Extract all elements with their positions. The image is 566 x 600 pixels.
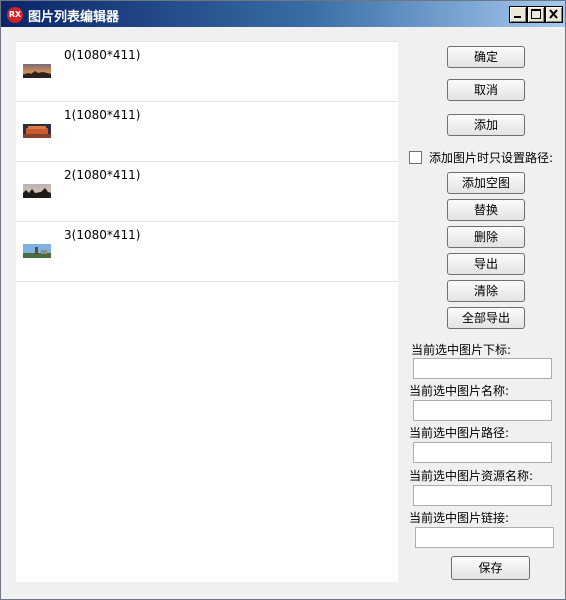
list-item[interactable]: 1(1080*411) <box>16 102 398 162</box>
save-button[interactable]: 保存 <box>451 556 530 580</box>
name-field[interactable] <box>413 400 552 421</box>
list-item-label: 2(1080*411) <box>64 168 141 182</box>
path-label: 当前选中图片路径: <box>409 426 510 440</box>
close-button[interactable] <box>545 6 563 23</box>
cancel-button[interactable]: 取消 <box>447 79 525 101</box>
name-label: 当前选中图片名称: <box>409 384 510 398</box>
confirm-button[interactable]: 确定 <box>447 46 525 68</box>
path-only-label: 添加图片时只设置路径: <box>429 151 554 165</box>
list-item[interactable]: 0(1080*411) <box>16 42 398 102</box>
export-all-button[interactable]: 全部导出 <box>447 307 525 329</box>
list-item-label: 0(1080*411) <box>64 48 141 62</box>
pagoda-skyline-thumbnail <box>23 244 51 258</box>
add-empty-button[interactable]: 添加空图 <box>447 172 525 194</box>
list-item-label: 1(1080*411) <box>64 108 141 122</box>
lit-building-night-thumbnail <box>23 124 51 138</box>
minimize-button[interactable] <box>509 6 527 23</box>
image-list[interactable]: 0(1080*411) 1(1080*411) 2(1080*411) 3(10… <box>16 41 398 582</box>
clear-button[interactable]: 清除 <box>447 280 525 302</box>
list-item[interactable]: 3(1080*411) <box>16 222 398 282</box>
index-label: 当前选中图片下标: <box>411 343 512 357</box>
image-list-editor-window: RX 图片列表编辑器 0(1080*411) 1(1080*411) 2(108… <box>0 0 566 600</box>
title-bar[interactable]: RX 图片列表编辑器 <box>1 1 565 27</box>
sunset-skyline-thumbnail <box>23 64 51 78</box>
list-item-label: 3(1080*411) <box>64 228 141 242</box>
index-field[interactable] <box>413 358 552 379</box>
window-title: 图片列表编辑器 <box>28 10 120 25</box>
resource-name-label: 当前选中图片资源名称: <box>409 469 534 483</box>
link-label: 当前选中图片链接: <box>409 511 510 525</box>
close-icon <box>549 9 558 19</box>
app-logo-icon: RX <box>7 7 23 23</box>
export-button[interactable]: 导出 <box>447 253 525 275</box>
list-item[interactable]: 2(1080*411) <box>16 162 398 222</box>
maximize-button[interactable] <box>527 6 545 23</box>
link-field[interactable] <box>415 527 554 548</box>
dusk-trees-thumbnail <box>23 184 51 198</box>
minimize-icon <box>514 16 521 18</box>
add-button[interactable]: 添加 <box>447 114 525 136</box>
path-field[interactable] <box>413 442 552 463</box>
delete-button[interactable]: 删除 <box>447 226 525 248</box>
replace-button[interactable]: 替换 <box>447 199 525 221</box>
resource-name-field[interactable] <box>413 485 552 506</box>
path-only-checkbox[interactable] <box>409 151 422 164</box>
maximize-icon <box>531 9 541 19</box>
